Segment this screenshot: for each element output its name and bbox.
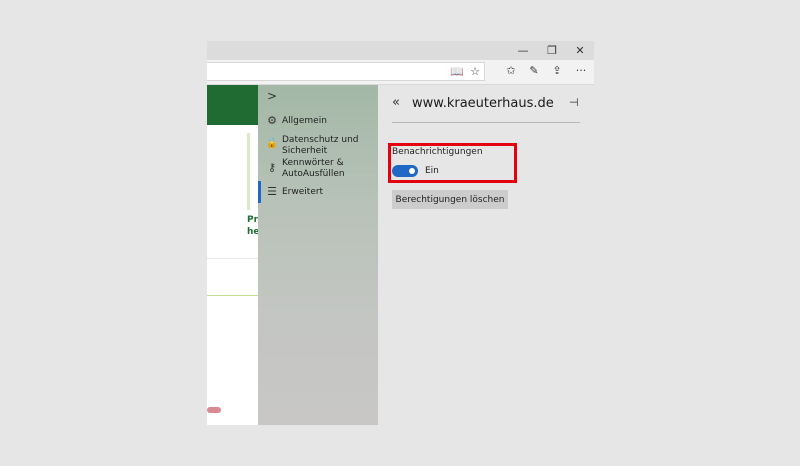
minimize-button[interactable]: — xyxy=(509,41,537,60)
clear-permissions-button[interactable]: Berechtigungen löschen xyxy=(392,190,508,209)
highlight-box xyxy=(388,143,517,183)
title-bar: — ❐ ✕ xyxy=(207,41,594,60)
active-indicator xyxy=(258,181,261,203)
share-icon[interactable]: ⇪ xyxy=(548,60,566,82)
section-divider xyxy=(207,258,258,259)
web-page-content: Pr he xyxy=(207,85,260,425)
favorite-star-icon[interactable]: ☆ xyxy=(466,61,484,83)
panel-divider xyxy=(392,122,580,123)
back-icon[interactable]: « xyxy=(392,95,400,110)
panel-title: www.kraeuterhaus.de xyxy=(412,96,554,111)
decorative-line xyxy=(247,133,250,210)
site-header-bar xyxy=(207,85,258,125)
nav-item-label: Datenschutz und Sicherheit xyxy=(282,135,359,156)
nav-item-datenschutz[interactable]: 🔒 Datenschutz und Sicherheit xyxy=(258,135,378,159)
nav-item-label: Erweitert xyxy=(282,187,324,197)
gear-icon: ⚙ xyxy=(267,114,277,127)
site-permissions-panel: « www.kraeuterhaus.de ⊣ Benachrichtigung… xyxy=(378,85,594,425)
nav-item-kennwoerter[interactable]: ⚷ Kennwörter & AutoAusfüllen xyxy=(258,158,378,182)
reading-view-icon[interactable]: 📖 xyxy=(448,61,466,83)
collapse-chevron-icon[interactable]: > xyxy=(267,89,277,103)
more-menu-icon[interactable]: ··· xyxy=(572,60,590,82)
pin-icon[interactable]: ⊣ xyxy=(569,96,579,109)
nav-item-erweitert[interactable]: ☰ Erweitert xyxy=(258,181,378,205)
favorites-hub-icon[interactable]: ✩ xyxy=(502,60,520,82)
address-bar[interactable]: 📖 ☆ xyxy=(207,62,485,81)
lime-divider xyxy=(207,295,258,296)
sliders-icon: ☰ xyxy=(267,185,277,198)
nav-item-label: Allgemein xyxy=(282,116,327,126)
page-decoration xyxy=(207,407,221,413)
settings-nav: > ⚙ Allgemein 🔒 Datenschutz und Sicherhe… xyxy=(258,85,378,425)
browser-toolbar: 📖 ☆ ✩ ✎ ⇪ ··· xyxy=(207,60,594,85)
key-icon: ⚷ xyxy=(267,161,277,174)
nav-item-label: Kennwörter & AutoAusfüllen xyxy=(282,158,345,179)
maximize-button[interactable]: ❐ xyxy=(538,41,566,60)
lock-icon: 🔒 xyxy=(265,138,279,149)
notes-pen-icon[interactable]: ✎ xyxy=(525,60,543,82)
close-button[interactable]: ✕ xyxy=(566,41,594,60)
